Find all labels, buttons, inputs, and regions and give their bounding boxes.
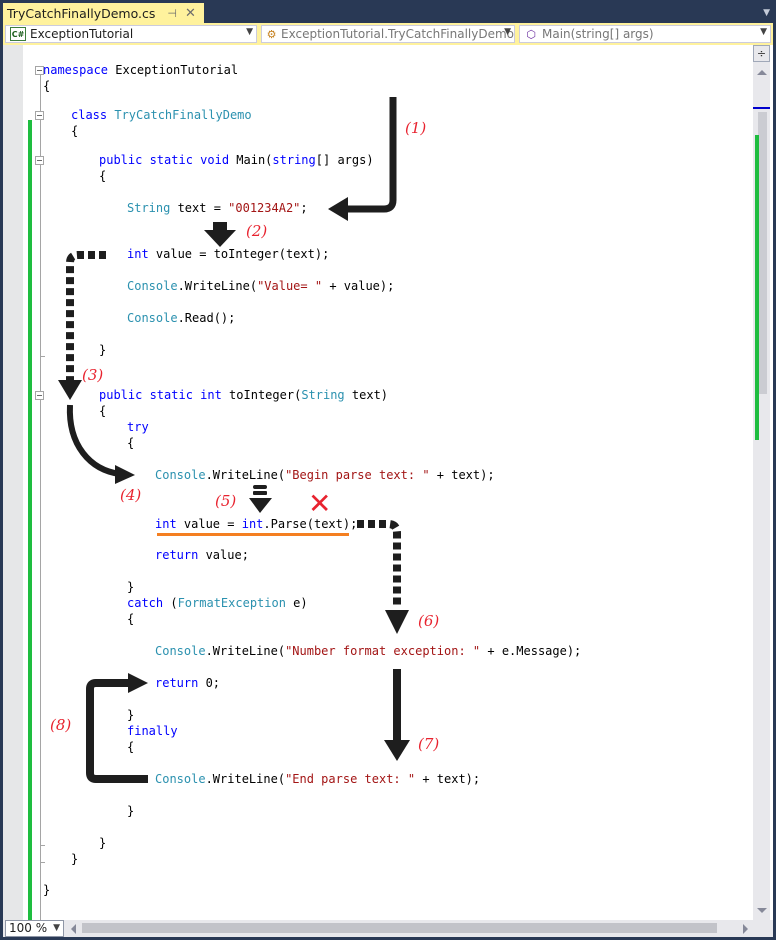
scrollbar-change-marker <box>755 135 759 440</box>
member-dropdown[interactable]: ⬡ Main(string[] args) ▼ <box>519 25 771 43</box>
code-line: { <box>99 169 107 183</box>
code-line: { <box>99 404 107 418</box>
scroll-left-icon[interactable] <box>71 924 76 934</box>
error-x-icon: ✕ <box>308 487 332 520</box>
scroll-right-icon[interactable] <box>743 924 748 934</box>
code-line: return value; <box>155 548 249 562</box>
zoom-value: 100 % <box>9 921 48 935</box>
split-window-button[interactable]: ÷ <box>753 45 770 62</box>
collapse-main-icon[interactable] <box>35 156 44 165</box>
collapse-class-icon[interactable] <box>35 111 44 120</box>
code-line: { <box>43 79 51 93</box>
outlining-tick <box>40 862 45 863</box>
change-tracking-bar <box>28 120 32 920</box>
code-line: class TryCatchFinallyDemo <box>71 108 252 122</box>
code-line: try <box>127 420 149 434</box>
code-editor[interactable]: namespace ExceptionTutorial { class TryC… <box>3 45 773 920</box>
method-icon: ⬡ <box>526 27 536 41</box>
vertical-scroll-thumb[interactable] <box>758 112 767 394</box>
code-line: } <box>127 708 135 722</box>
csharp-project-icon: C# <box>10 27 26 41</box>
code-line: } <box>71 852 79 866</box>
project-label: ExceptionTutorial <box>30 27 134 41</box>
code-line: } <box>43 883 51 897</box>
chevron-down-icon: ▼ <box>504 27 511 37</box>
caret-position-marker <box>753 107 770 109</box>
code-line: } <box>99 836 107 850</box>
pin-icon[interactable]: ⊣ <box>167 7 177 20</box>
code-line: { <box>71 124 79 138</box>
code-line: } <box>127 580 135 594</box>
code-line: String text = "001234A2"; <box>127 201 308 215</box>
document-tab[interactable]: TryCatchFinallyDemo.cs ⊣ ✕ <box>3 3 204 23</box>
code-line: Console.WriteLine("Value= " + value); <box>127 279 395 293</box>
document-tab-bar: TryCatchFinallyDemo.cs ⊣ ✕ ▼ <box>0 0 776 23</box>
collapse-tointeger-icon[interactable] <box>35 391 44 400</box>
code-line: { <box>127 436 135 450</box>
code-line: } <box>127 804 135 818</box>
class-dropdown[interactable]: ⚙ ExceptionTutorial.TryCatchFinallyDemo … <box>261 25 515 43</box>
step-label-1: (1) <box>405 119 427 137</box>
code-line: { <box>127 740 135 754</box>
navigation-bar: C# ExceptionTutorial ▼ ⚙ ExceptionTutori… <box>3 23 773 45</box>
code-line: public static int toInteger(String text) <box>99 388 389 402</box>
error-underline <box>157 533 349 536</box>
step-label-2: (2) <box>246 222 268 240</box>
step-label-8: (8) <box>50 716 72 734</box>
step-label-4: (4) <box>120 486 142 504</box>
class-icon: ⚙ <box>266 27 277 41</box>
outlining-tick <box>40 356 45 357</box>
selection-margin[interactable] <box>3 45 23 920</box>
chevron-down-icon: ▼ <box>760 27 767 37</box>
tab-title: TryCatchFinallyDemo.cs <box>7 5 156 21</box>
close-icon[interactable]: ✕ <box>185 6 196 21</box>
outlining-tick <box>40 845 45 846</box>
class-label: ExceptionTutorial.TryCatchFinallyDemo <box>281 27 514 41</box>
code-line: Console.WriteLine("Number format excepti… <box>155 644 582 658</box>
scroll-down-icon[interactable] <box>757 908 767 913</box>
step-label-5: (5) <box>215 492 237 510</box>
scroll-up-icon[interactable] <box>757 70 767 75</box>
horizontal-scroll-thumb[interactable] <box>82 923 717 933</box>
step-label-7: (7) <box>418 735 440 753</box>
code-line: } <box>99 343 107 357</box>
chevron-down-icon: ▼ <box>246 27 253 37</box>
code-line: finally <box>127 724 178 738</box>
code-line: Console.WriteLine("End parse text: " + t… <box>155 772 481 786</box>
member-label: Main(string[] args) <box>542 27 654 41</box>
code-line: Console.WriteLine("Begin parse text: " +… <box>155 468 495 482</box>
step-label-3: (3) <box>82 366 104 384</box>
code-line: int value = toInteger(text); <box>127 247 330 261</box>
code-line: { <box>127 612 135 626</box>
code-line: return 0; <box>155 676 221 690</box>
code-line: catch (FormatException e) <box>127 596 308 610</box>
code-line: Console.Read(); <box>127 311 236 325</box>
step-label-6: (6) <box>418 612 440 630</box>
code-line: namespace ExceptionTutorial <box>43 63 239 77</box>
code-line: public static void Main(string[] args) <box>99 153 374 167</box>
tab-overflow-dropdown-icon[interactable]: ▼ <box>763 8 770 18</box>
project-dropdown[interactable]: C# ExceptionTutorial ▼ <box>5 25 257 43</box>
outlining-line <box>40 75 41 920</box>
chevron-down-icon: ▼ <box>53 923 60 933</box>
zoom-dropdown[interactable]: 100 % ▼ <box>5 920 64 937</box>
